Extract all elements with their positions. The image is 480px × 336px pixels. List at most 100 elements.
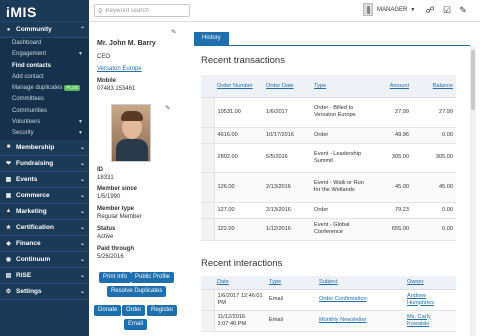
column-header-date[interactable]: Date	[214, 276, 266, 290]
tab-history[interactable]: History	[194, 32, 229, 45]
sidebar-item-engagement[interactable]: Engagement ▼	[0, 49, 89, 60]
type-cell: Order - Billed to Versaton Europe	[311, 97, 367, 128]
order-number-cell: 2802.00	[214, 143, 263, 173]
sidebar-item-add-contact[interactable]: Add contact	[0, 72, 89, 83]
subject-link[interactable]: Monthly Newsletter	[319, 317, 367, 323]
print-info-button[interactable]: Print Info	[99, 272, 132, 283]
balance-cell: 45.00	[412, 172, 456, 203]
email-button[interactable]: Email	[124, 319, 148, 330]
table-row[interactable]: 126.00 2/13/2016 Event - Walk or Run for…	[201, 172, 456, 203]
order-number-cell: 4616.00	[214, 127, 263, 144]
order-date-cell: 2/13/2016	[263, 202, 311, 219]
sidebar-item-communities[interactable]: Communities	[0, 106, 89, 117]
sidebar-section-commerce[interactable]: ▣ Commerce ⌄	[0, 188, 89, 204]
sidebar-section-rise[interactable]: ▤ RiSE ⌄	[0, 268, 89, 284]
date-cell: 1/6/2017 12:46:01 PM	[214, 289, 266, 311]
owner-cell: Ms. Carly Kowalski	[404, 310, 456, 332]
headset-icon[interactable]: ☍	[424, 4, 436, 16]
search-box[interactable]: ⚲	[94, 4, 190, 17]
subject-cell: Monthly Newsletter	[316, 310, 404, 332]
column-header-order-date[interactable]: Order Date	[263, 75, 311, 98]
column-header-type[interactable]: Type	[266, 276, 316, 290]
imis-logo[interactable]: iMIS	[0, 0, 89, 22]
scrollbar-thumb[interactable]	[471, 50, 475, 110]
sidebar-item-security[interactable]: Security ▼	[0, 128, 89, 139]
order-number-cell: 126.00	[214, 172, 263, 203]
sidebar-item-manage-duplicates[interactable]: Manage duplicates PLUS	[0, 83, 89, 94]
sidebar-section-settings[interactable]: ⚙ Settings ⌄	[0, 284, 89, 300]
sidebar-section-fundraising[interactable]: ❤ Fundraising ⌄	[0, 156, 89, 172]
resolve-duplicates-button[interactable]: Resolve Duplicates	[107, 286, 167, 297]
balance-cell: 0.00	[412, 127, 456, 144]
user-name: MANAGER	[377, 6, 408, 13]
table-row[interactable]: 122.00 1/12/2016 Event - Global Conferen…	[201, 218, 456, 241]
sidebar-item-dashboard[interactable]: Dashboard	[0, 38, 89, 49]
recent-transactions-heading: Recent transactions	[201, 55, 285, 66]
sidebar-section-marketing[interactable]: ▲ Marketing ⌄	[0, 204, 89, 220]
edit-page-icon[interactable]: ✎	[457, 4, 469, 16]
settings-icon: ⚙	[5, 288, 12, 295]
chevron-down-icon: ⌄	[79, 160, 85, 167]
type-cell: Event - Walk or Run for the Wetlands	[311, 172, 367, 203]
scrollbar[interactable]	[470, 46, 476, 336]
owner-cell: Andrew Humphries	[404, 289, 456, 311]
sidebar-section-community[interactable]: ● Community ⌃	[0, 22, 89, 38]
balance-cell: 0.00	[412, 202, 456, 219]
column-header-type[interactable]: Type	[311, 75, 367, 98]
company-link[interactable]: Versaton Europe	[97, 66, 142, 72]
donate-button[interactable]: Donate	[94, 305, 122, 316]
column-header-balance[interactable]: Balance	[412, 75, 456, 98]
cart-icon[interactable]: ☑	[441, 4, 453, 16]
sidebar-item-committees[interactable]: Committees	[0, 94, 89, 105]
contact-name: Mr. John M. Barry	[97, 40, 156, 47]
row-handle	[201, 289, 215, 311]
edit-profile-icon[interactable]: ✎	[171, 28, 176, 36]
search-input[interactable]	[105, 7, 186, 14]
table-row[interactable]: 10531.00 1/6/2017 Order - Billed to Vers…	[201, 97, 456, 128]
amount-cell: 305.00	[367, 143, 412, 173]
membership-icon: ■	[6, 144, 11, 151]
order-button[interactable]: Order	[122, 305, 146, 316]
sidebar-section-continuum[interactable]: ◉ Continuum ⌄	[0, 252, 89, 268]
sidebar-section-certification[interactable]: ★ Certification ⌄	[0, 220, 89, 236]
main-content: History Recent transactions Order Number…	[182, 22, 480, 336]
sidebar-item-find-contacts[interactable]: Find contacts	[0, 61, 89, 72]
table-row[interactable]: 2802.00 5/5/2016 Event - Leadership Summ…	[201, 143, 456, 173]
member-type-value: Regular Member	[97, 214, 142, 220]
column-header-owner[interactable]: Owner	[404, 276, 456, 290]
owner-link[interactable]: Ms. Carly Kowalski	[407, 314, 431, 327]
subject-cell: Order Confirmation	[316, 289, 404, 311]
row-handle	[201, 218, 215, 241]
table-row[interactable]: 4616.00 10/17/2016 Order 49.96 0.00	[201, 127, 456, 144]
sidebar-section-membership[interactable]: ■ Membership ⌄	[0, 140, 89, 156]
subject-link[interactable]: Order Confirmation	[319, 296, 367, 302]
sidebar-section-label: Community	[16, 26, 52, 33]
sidebar-section-events[interactable]: ▦ Events ⌄	[0, 172, 89, 188]
type-cell: Event - Global Conference	[311, 218, 367, 241]
column-header-subject[interactable]: Subject	[316, 276, 404, 290]
member-since-value: 1/5/1990	[97, 194, 121, 200]
top-bar: ⚲ MANAGER ▼ ☍ ☑ ✎	[89, 0, 480, 22]
status-label: Status	[97, 226, 116, 232]
column-header-order-number[interactable]: Order Number	[214, 75, 263, 98]
user-menu[interactable]: MANAGER ▼	[363, 3, 415, 16]
sidebar-section-finance[interactable]: ◆ Finance ⌄	[0, 236, 89, 252]
table-row[interactable]: 1/6/2017 12:46:01 PM Email Order Confirm…	[201, 289, 456, 311]
sidebar-submenu-community: Dashboard Engagement ▼ Find contacts Add …	[0, 38, 89, 140]
table-row[interactable]: 11/12/2016 1:07:40 PM Email Monthly News…	[201, 310, 456, 332]
edit-photo-icon[interactable]: ✎	[165, 104, 170, 112]
chevron-down-icon: ⌄	[79, 240, 85, 247]
row-handle	[201, 127, 215, 144]
public-profile-button[interactable]: Public Profile	[131, 272, 175, 283]
register-button[interactable]: Register	[147, 305, 178, 316]
column-header-amount[interactable]: Amount	[367, 75, 412, 98]
table-row[interactable]: 127.00 2/13/2016 Order 79.23 0.00	[201, 202, 456, 219]
row-handle	[201, 310, 215, 332]
order-number-cell: 10531.00	[214, 97, 263, 128]
transactions-table: Order Number Order Date Type Amount Bala…	[201, 75, 456, 241]
table-header-spacer	[201, 75, 214, 98]
events-icon: ▦	[5, 176, 12, 183]
owner-link[interactable]: Andrew Humphries	[407, 293, 434, 306]
member-since-label: Member since	[97, 186, 138, 192]
sidebar-item-volunteers[interactable]: Volunteers ▼	[0, 117, 89, 128]
